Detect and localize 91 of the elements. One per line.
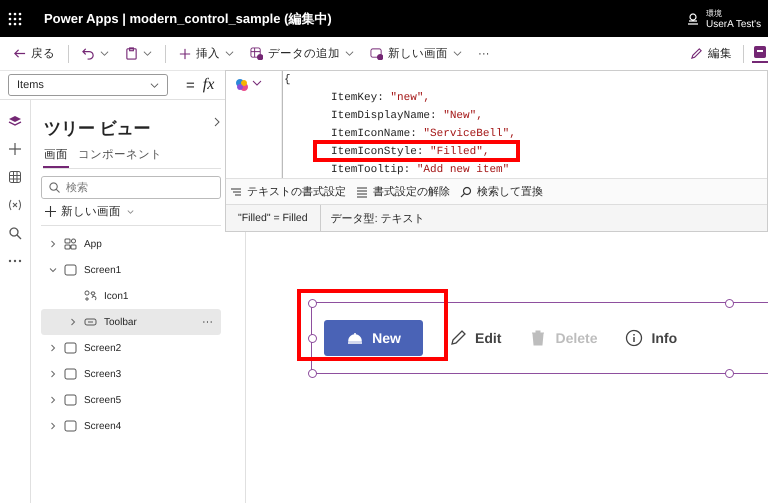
toolbar-button[interactable]: New xyxy=(324,320,423,356)
app-launcher-icon[interactable] xyxy=(8,12,22,26)
tree-item[interactable]: Icon1 xyxy=(41,283,221,309)
tree-item[interactable]: Screen2 xyxy=(41,335,221,361)
result-text: "Filled" = Filled xyxy=(226,205,321,231)
environment-icon[interactable] xyxy=(686,12,700,26)
search-field[interactable]: 検索 xyxy=(41,176,221,199)
screen-icon xyxy=(64,264,77,276)
back-arrow-icon xyxy=(13,47,26,60)
chevron-down-icon[interactable] xyxy=(49,266,57,274)
tree-item[interactable]: Toolbar ··· xyxy=(41,309,221,335)
screen-icon xyxy=(64,342,77,354)
chevron-down-icon xyxy=(225,49,234,58)
table-add-icon xyxy=(250,47,263,60)
undo-icon xyxy=(82,47,95,60)
tab[interactable]: コンポーネント xyxy=(77,144,163,168)
chevron-down-icon xyxy=(143,49,152,58)
plus-icon xyxy=(45,206,56,217)
screen-icon xyxy=(64,420,77,432)
icon-control-icon xyxy=(84,290,97,302)
lines-icon xyxy=(356,186,368,198)
back-button[interactable]: 戻る xyxy=(10,44,58,63)
environment-label: 環境 xyxy=(706,8,723,18)
chevron-right-icon[interactable] xyxy=(49,422,57,430)
toolbar-icon xyxy=(84,316,97,328)
screen-icon xyxy=(64,394,77,406)
tree-item[interactable]: Screen4 xyxy=(41,413,221,439)
chevron-down-icon xyxy=(453,49,462,58)
chevron-down-icon xyxy=(150,80,159,90)
chevron-down-icon xyxy=(345,49,354,58)
resize-handle[interactable] xyxy=(308,369,317,378)
chevron-right-icon[interactable] xyxy=(69,318,77,326)
formula-editor[interactable]: { ItemKey: "new", ItemDisplayName: "New", ItemIconName: "ServiceBell", ItemIconStyle: "Filled", ItemTooltip: "Add new item" テキストの書式設定 書式設定の解除 検索して置換 "Filled" = Filled データ型: テキスト xyxy=(225,70,768,232)
plus-icon xyxy=(179,48,191,60)
new-screen-button[interactable]: 新しい画面 xyxy=(45,204,135,219)
resize-handle[interactable] xyxy=(725,299,734,308)
clipboard-icon xyxy=(125,47,138,60)
add-data-button[interactable]: データの追加 xyxy=(247,44,357,63)
tree-item[interactable]: App xyxy=(41,231,221,257)
code-line: ItemIconStyle: "Filled", xyxy=(331,145,490,159)
chevron-right-icon[interactable] xyxy=(49,240,57,248)
chevron-right-icon[interactable] xyxy=(49,396,57,404)
plus-icon[interactable] xyxy=(8,142,22,156)
edit-button[interactable]: 編集 xyxy=(687,44,735,63)
resize-handle[interactable] xyxy=(725,369,734,378)
user-name: UserA Test's xyxy=(706,18,762,30)
table-icon[interactable] xyxy=(8,170,22,184)
more-button[interactable]: ··· xyxy=(475,46,492,62)
copilot-icon[interactable] xyxy=(235,78,249,92)
text-lines-icon xyxy=(230,186,242,198)
chevron-right-icon[interactable] xyxy=(49,344,57,352)
panel-title: ツリー ビュー xyxy=(44,118,151,140)
insert-button[interactable]: 挿入 xyxy=(176,44,237,63)
variables-icon[interactable] xyxy=(8,198,22,212)
new-screen-button[interactable]: 新しい画面 xyxy=(367,44,465,63)
pencil-icon xyxy=(449,329,467,347)
data-type-text: データ型: テキスト xyxy=(330,212,425,226)
resize-handle[interactable] xyxy=(308,334,317,343)
chevron-down-icon[interactable] xyxy=(252,78,262,88)
toolbar-button[interactable]: Info xyxy=(623,323,680,353)
format-text-button[interactable]: テキストの書式設定 xyxy=(230,184,346,199)
find-replace-button[interactable]: 検索して置換 xyxy=(460,184,543,199)
chevron-right-icon[interactable] xyxy=(49,370,57,378)
code-line: ItemDisplayName: "New", xyxy=(331,109,483,123)
screen-add-icon xyxy=(370,47,383,60)
tab[interactable]: 画面 xyxy=(43,144,69,168)
toolbar-button[interactable]: Edit xyxy=(447,323,504,353)
code-line: { xyxy=(284,73,291,87)
code-line: ItemKey: "new", xyxy=(331,91,430,105)
pencil-icon xyxy=(690,47,703,60)
info-icon xyxy=(625,329,644,347)
resize-handle[interactable] xyxy=(308,299,317,308)
screen-icon xyxy=(64,368,77,380)
tree-item[interactable]: Screen3 xyxy=(41,361,221,387)
collapse-icon[interactable] xyxy=(213,117,221,127)
app-icon xyxy=(64,238,77,250)
function-label[interactable]: fx xyxy=(202,76,214,94)
tree-item[interactable]: Screen5 xyxy=(41,387,221,413)
code-line: ItemTooltip: "Add new item" xyxy=(331,163,510,177)
search-icon xyxy=(460,186,472,198)
code-line: ItemIconName: "ServiceBell", xyxy=(331,127,516,141)
panel-icon[interactable] xyxy=(752,44,768,62)
tree-item[interactable]: Screen1 xyxy=(41,257,221,283)
window-title: Power Apps | modern_control_sample (編集中) xyxy=(44,10,332,28)
property-dropdown[interactable]: Items xyxy=(8,74,168,96)
more-icon[interactable]: ··· xyxy=(202,316,213,328)
layers-icon[interactable] xyxy=(8,114,22,128)
chevron-down-icon xyxy=(100,49,109,58)
search-icon[interactable] xyxy=(8,226,22,240)
remove-formatting-button[interactable]: 書式設定の解除 xyxy=(356,184,450,199)
equals-sign: = xyxy=(186,76,195,94)
